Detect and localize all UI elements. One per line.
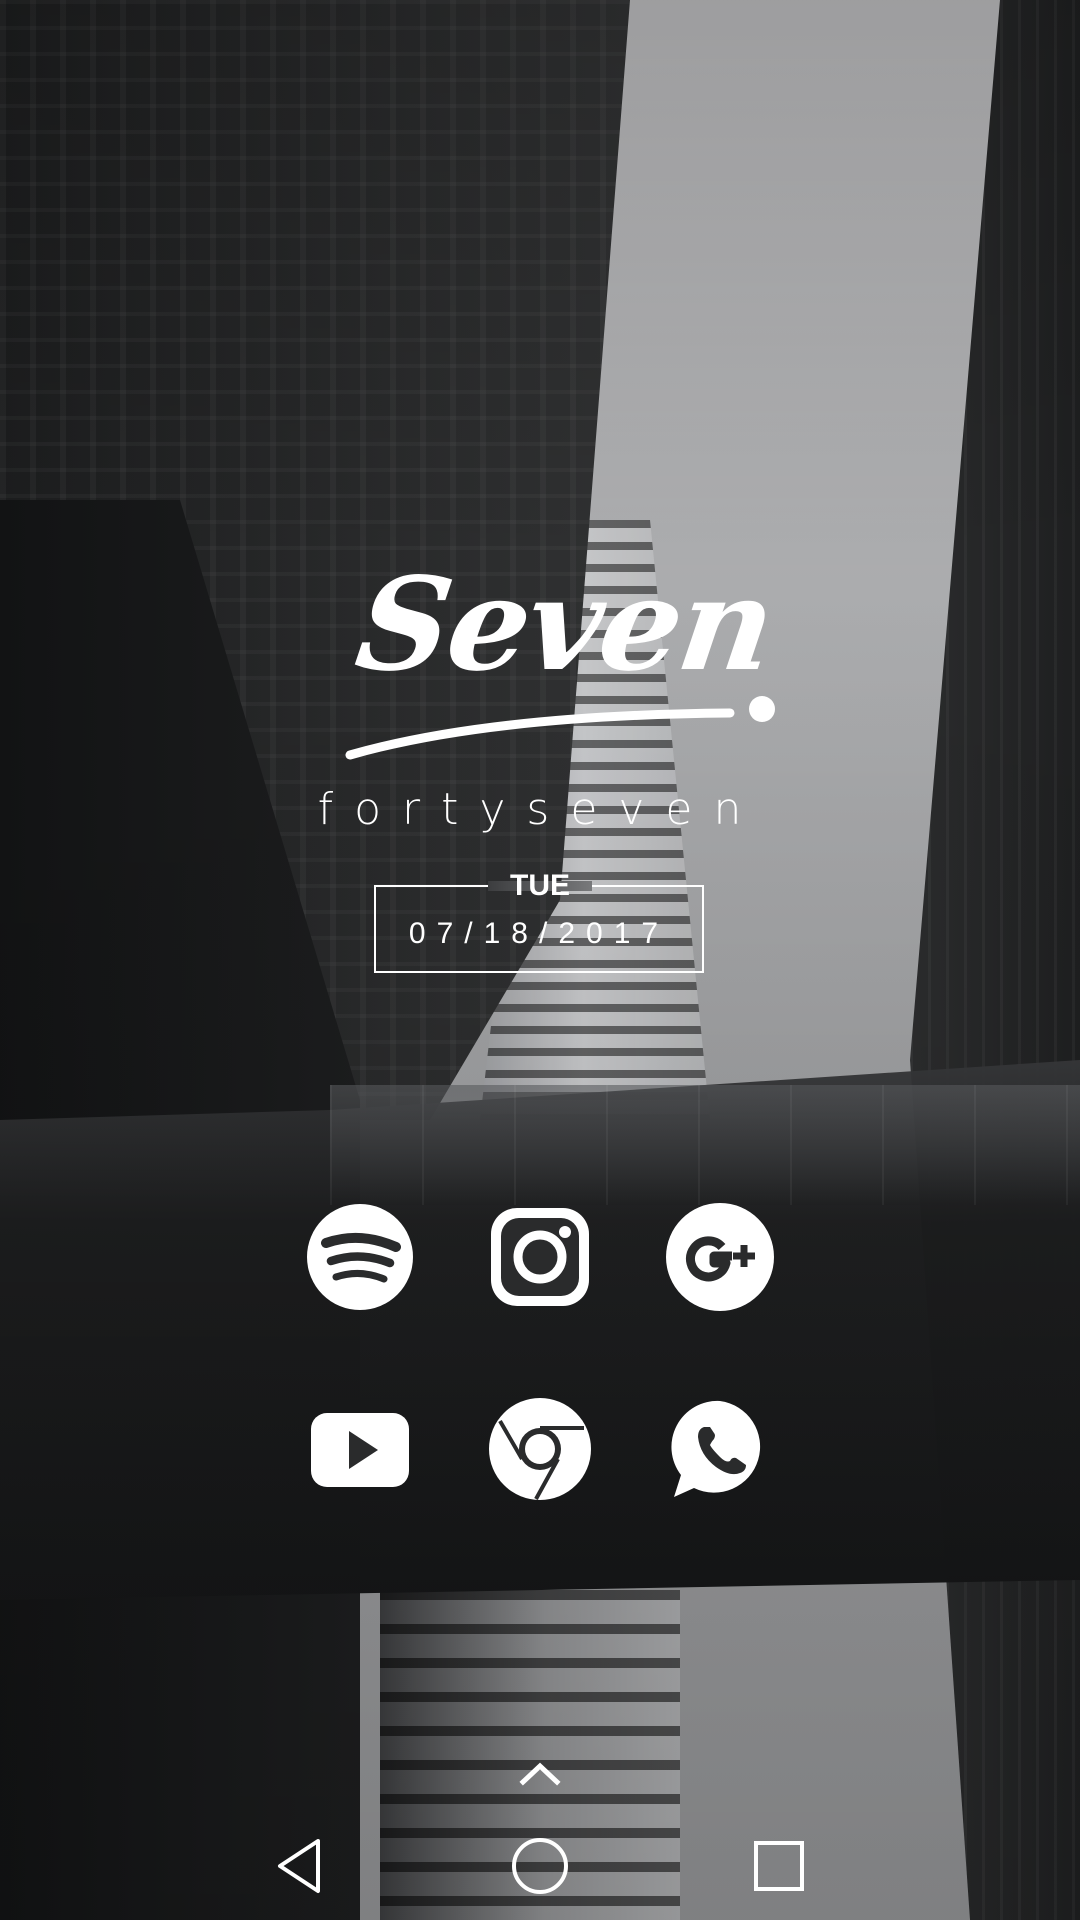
home-button[interactable] <box>510 1836 570 1896</box>
instagram-icon <box>491 1208 589 1306</box>
chrome-app[interactable] <box>484 1393 596 1505</box>
logo-title: Seven <box>348 550 782 700</box>
logo-subtitle: fortyseven <box>317 784 763 835</box>
seven-logo: Seven <box>340 545 790 760</box>
recents-button[interactable] <box>749 1836 809 1896</box>
spotify-icon <box>307 1204 413 1310</box>
chevron-up-icon[interactable] <box>515 1758 565 1788</box>
chrome-icon <box>489 1398 591 1500</box>
back-button[interactable] <box>270 1836 330 1896</box>
google-plus-icon <box>666 1203 774 1311</box>
back-triangle-icon <box>278 1839 320 1893</box>
date-widget-day: TUE <box>510 869 570 902</box>
spotify-app[interactable] <box>304 1201 416 1313</box>
logo-underline-swoosh <box>345 696 775 760</box>
google-plus-app[interactable] <box>664 1201 776 1313</box>
home-screen: Seven fortyseven TUE 07/18/2017 <box>0 0 1080 1920</box>
recents-square-icon <box>754 1841 804 1891</box>
whatsapp-icon <box>671 1400 761 1497</box>
instagram-app[interactable] <box>484 1201 596 1313</box>
date-widget-date: 07/18/2017 <box>408 917 670 950</box>
whatsapp-app[interactable] <box>664 1393 776 1505</box>
youtube-icon <box>311 1413 409 1487</box>
youtube-app[interactable] <box>304 1393 416 1505</box>
home-circle-icon <box>512 1838 568 1894</box>
